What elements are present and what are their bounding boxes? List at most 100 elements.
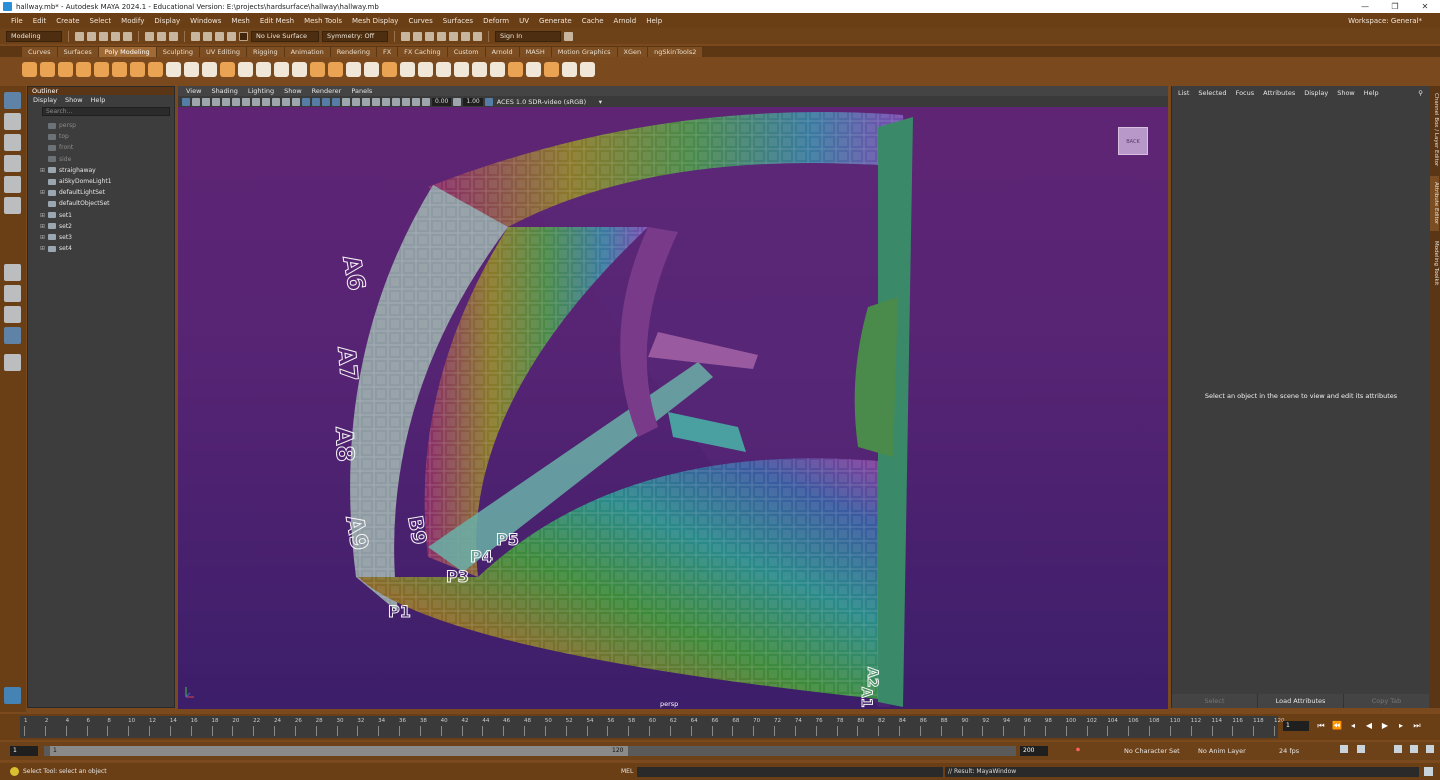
menu-curves[interactable]: Curves bbox=[403, 17, 437, 25]
outliner-item[interactable]: ⊞ defaultLightSet bbox=[28, 187, 174, 198]
bevel-icon[interactable] bbox=[382, 62, 397, 77]
outliner-item[interactable]: ⊞ set4 bbox=[28, 243, 174, 254]
menu-select[interactable]: Select bbox=[85, 17, 117, 25]
film-gate-icon[interactable] bbox=[232, 97, 240, 106]
shadows-icon[interactable] bbox=[342, 97, 350, 106]
menu-mesh-display[interactable]: Mesh Display bbox=[347, 17, 403, 25]
safe-action-icon[interactable] bbox=[272, 97, 280, 106]
current-frame-field[interactable]: 1 bbox=[1283, 721, 1309, 731]
search-icon[interactable] bbox=[4, 354, 21, 371]
boolean-difference-icon[interactable] bbox=[328, 62, 343, 77]
play-backwards-icon[interactable]: ◀ bbox=[1364, 721, 1374, 731]
time-slider[interactable]: 1 2 4 6 8 10 12 14 16 18 20 22 24 26 28 30 32 34 36 38 40 42 4… bbox=[20, 716, 1285, 738]
render-frame-icon[interactable] bbox=[413, 31, 422, 41]
minimize-button[interactable]: — bbox=[1350, 2, 1380, 11]
maya-home-icon[interactable] bbox=[4, 687, 21, 704]
menu-cache[interactable]: Cache bbox=[577, 17, 609, 25]
select-object-icon[interactable] bbox=[157, 31, 166, 41]
gate-mask-icon[interactable] bbox=[252, 97, 260, 106]
outliner-item[interactable]: ⊞ set3 bbox=[28, 232, 174, 243]
copy-tab-button[interactable]: Copy Tab bbox=[1344, 694, 1430, 708]
viewport-menu-panels[interactable]: Panels bbox=[346, 87, 377, 95]
menu-generate[interactable]: Generate bbox=[534, 17, 577, 25]
tab-attribute-editor[interactable]: Attribute Editor bbox=[1430, 176, 1439, 231]
poly-cylinder-icon[interactable] bbox=[58, 62, 73, 77]
open-scene-icon[interactable] bbox=[87, 31, 96, 41]
poly-torus-icon[interactable] bbox=[94, 62, 109, 77]
snap-grid-icon[interactable] bbox=[191, 31, 200, 41]
shelf-tab-arnold[interactable]: Arnold bbox=[485, 47, 519, 57]
shelf-tab-sculpting[interactable]: Sculpting bbox=[156, 47, 200, 57]
shelf-tab-fx-caching[interactable]: FX Caching bbox=[398, 47, 447, 57]
lasso-tool-icon[interactable] bbox=[4, 113, 21, 130]
svg-icon[interactable] bbox=[220, 62, 235, 77]
shelf-tab-fx[interactable]: FX bbox=[376, 47, 398, 57]
four-view-layout-icon[interactable] bbox=[4, 285, 21, 302]
new-scene-icon[interactable] bbox=[75, 31, 84, 41]
menu-help[interactable]: Help bbox=[641, 17, 667, 25]
paint-select-tool-icon[interactable] bbox=[4, 134, 21, 151]
outliner-search-input[interactable]: Search... bbox=[42, 107, 170, 116]
gamma-icon[interactable] bbox=[453, 97, 462, 106]
shelf-tab-poly-modeling[interactable]: Poly Modeling bbox=[98, 47, 156, 57]
bookmark-icon[interactable] bbox=[202, 97, 210, 106]
end-time-field[interactable]: 200 bbox=[1020, 746, 1048, 756]
outliner-layout-icon[interactable] bbox=[4, 327, 21, 344]
scale-tool-icon[interactable] bbox=[4, 197, 21, 214]
go-to-end-icon[interactable]: ⏭ bbox=[1412, 721, 1422, 731]
menu-modify[interactable]: Modify bbox=[116, 17, 149, 25]
two-pane-layout-icon[interactable] bbox=[4, 306, 21, 323]
mel-command-input[interactable] bbox=[637, 767, 943, 777]
undo-icon[interactable] bbox=[111, 31, 120, 41]
color-space-dropdown[interactable]: ACES 1.0 SDR-video (sRGB) bbox=[497, 98, 597, 106]
script-editor-icon[interactable] bbox=[1424, 767, 1433, 776]
viewport-menu-show[interactable]: Show bbox=[279, 87, 307, 95]
viewport-menu-renderer[interactable]: Renderer bbox=[307, 87, 347, 95]
boolean-union-icon[interactable] bbox=[310, 62, 325, 77]
quad-draw-icon[interactable] bbox=[526, 62, 541, 77]
menu-edit[interactable]: Edit bbox=[28, 17, 52, 25]
anim-layer-dropdown[interactable]: No Anim Layer bbox=[1198, 747, 1258, 755]
field-chart-icon[interactable] bbox=[262, 97, 270, 106]
sculpt-icon[interactable] bbox=[544, 62, 559, 77]
shelf-tab-curves[interactable]: Curves bbox=[22, 47, 57, 57]
sound-icon[interactable] bbox=[1394, 745, 1402, 753]
smooth-icon[interactable] bbox=[292, 62, 307, 77]
attr-menu-attributes[interactable]: Attributes bbox=[1263, 89, 1295, 97]
expand-icon[interactable]: ⊞ bbox=[40, 167, 46, 174]
wireframe-icon[interactable] bbox=[292, 97, 300, 106]
save-scene-icon[interactable] bbox=[99, 31, 108, 41]
select-hierarchy-icon[interactable] bbox=[145, 31, 154, 41]
shelf-tab-ngskintools2[interactable]: ngSkinTools2 bbox=[648, 47, 703, 57]
close-button[interactable]: ✕ bbox=[1410, 2, 1440, 11]
attr-menu-display[interactable]: Display bbox=[1304, 89, 1328, 97]
loop-icon[interactable] bbox=[1340, 745, 1348, 753]
poly-cone-icon[interactable] bbox=[76, 62, 91, 77]
outliner-item[interactable]: ⊞ straighaway bbox=[28, 165, 174, 176]
multi-cut-icon[interactable] bbox=[454, 62, 469, 77]
snap-view-plane-icon[interactable] bbox=[227, 31, 236, 41]
anti-aliasing-icon[interactable] bbox=[372, 97, 380, 106]
ambient-occlusion-icon[interactable] bbox=[352, 97, 360, 106]
animation-preferences-icon[interactable] bbox=[1410, 745, 1418, 753]
outliner-item[interactable]: front bbox=[28, 142, 174, 153]
backface-culling-icon[interactable] bbox=[412, 97, 420, 106]
select-tool-icon[interactable] bbox=[4, 92, 21, 109]
step-back-key-icon[interactable]: ⏪ bbox=[1332, 721, 1342, 731]
bridge-icon[interactable] bbox=[364, 62, 379, 77]
isolate-select-icon[interactable] bbox=[382, 97, 390, 106]
outliner-item[interactable]: ⊞ set1 bbox=[28, 210, 174, 221]
textured-icon[interactable] bbox=[322, 97, 330, 106]
menu-display[interactable]: Display bbox=[149, 17, 185, 25]
camera-attributes-icon[interactable] bbox=[192, 97, 200, 106]
single-perspective-layout-icon[interactable] bbox=[4, 264, 21, 281]
select-button[interactable]: Select bbox=[1172, 694, 1258, 708]
poly-disc-icon[interactable] bbox=[130, 62, 145, 77]
outliner-menu-show[interactable]: Show bbox=[65, 96, 83, 104]
planar-map-icon[interactable] bbox=[580, 62, 595, 77]
character-set-dropdown[interactable]: No Character Set bbox=[1124, 747, 1184, 755]
color-management-icon[interactable] bbox=[484, 97, 493, 106]
expand-icon[interactable]: ⊞ bbox=[40, 234, 46, 241]
use-all-lights-icon[interactable] bbox=[332, 97, 340, 106]
exposure-icon[interactable] bbox=[422, 97, 430, 106]
